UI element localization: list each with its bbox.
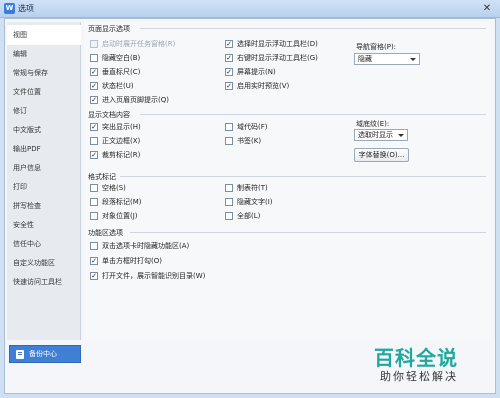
option-label: 段落标记(M): [102, 198, 142, 206]
checkbox[interactable]: [225, 212, 233, 220]
section-ribbon-title: 功能区选项: [88, 229, 123, 237]
checkbox-checked[interactable]: ✓: [225, 40, 233, 48]
checkbox[interactable]: [90, 242, 98, 250]
checkbox-checked[interactable]: ✓: [90, 151, 98, 159]
backup-icon: [16, 350, 24, 359]
checkbox-checked[interactable]: ✓: [90, 272, 98, 280]
watermark-title: 百科全说: [374, 346, 458, 370]
option-label: 右键时显示浮动工具栏(G): [237, 54, 318, 62]
option-label: 启用实时预览(V): [237, 82, 290, 90]
sidebar-item-spell-check[interactable]: 拼写检查: [7, 196, 81, 216]
option-label: 屏幕提示(N): [237, 68, 276, 76]
sidebar-item-print[interactable]: 打印: [7, 177, 81, 197]
section-page-display-title: 页面显示选项: [88, 25, 130, 33]
checkbox-checked[interactable]: ✓: [225, 82, 233, 90]
checkbox[interactable]: [90, 137, 98, 145]
option-label: 单击方框时打勾(O): [102, 257, 162, 265]
section-divider: [140, 28, 486, 29]
option-label: 空格(S): [102, 184, 126, 192]
app-icon: W: [4, 3, 15, 14]
field-shading-select[interactable]: 选取时显示: [354, 129, 408, 141]
sidebar-item-custom-ribbon[interactable]: 自定义功能区: [7, 253, 81, 273]
field-shading-value: 选取时显示: [358, 131, 393, 139]
checkbox[interactable]: [225, 198, 233, 206]
option-label: 书签(K): [237, 137, 262, 145]
option-label: 对象位置(J): [102, 212, 138, 220]
nav-pane-select[interactable]: 隐藏: [354, 53, 420, 65]
option-label: 制表符(T): [237, 184, 268, 192]
sidebar-item-view[interactable]: 视图: [7, 25, 81, 45]
option-label: 全部(L): [237, 212, 261, 220]
backup-center-button[interactable]: 备份中心: [9, 345, 81, 363]
section-divider: [140, 114, 486, 115]
sidebar-item-chinese-layout[interactable]: 中文版式: [7, 120, 81, 140]
checkbox[interactable]: [225, 123, 233, 131]
checkbox-checked[interactable]: ✓: [90, 68, 98, 76]
field-shading-label: 域底纹(E):: [356, 120, 390, 128]
title-bar: W 选项 ✕: [0, 0, 500, 18]
option-label: 隐藏文字(I): [237, 198, 273, 206]
checkbox-checked[interactable]: ✓: [225, 68, 233, 76]
nav-pane-value: 隐藏: [358, 55, 372, 63]
option-label: 选择时显示浮动工具栏(D): [237, 40, 318, 48]
options-content: 页面显示选项 启动时展开任务窗格(R) 隐藏空白(B) ✓ 垂直标尺(C) ✓ …: [84, 22, 490, 340]
checkbox[interactable]: [90, 184, 98, 192]
checkbox[interactable]: [90, 212, 98, 220]
checkbox-checked[interactable]: ✓: [90, 96, 98, 104]
sidebar-item-file-location[interactable]: 文件位置: [7, 82, 81, 102]
option-label: 双击选项卡时隐藏功能区(A): [102, 242, 190, 250]
watermark: 百科全说 助你轻松解决: [366, 342, 496, 390]
option-label: 进入页眉页脚提示(Q): [102, 96, 169, 104]
section-format-marks-title: 格式标记: [88, 173, 116, 181]
option-label: 打开文件，展示智能识别目录(W): [102, 272, 206, 280]
option-label: 隐藏空白(B): [102, 54, 141, 62]
checkbox[interactable]: [90, 40, 98, 48]
section-divider: [120, 176, 486, 177]
option-label: 裁剪标记(R): [102, 151, 141, 159]
checkbox[interactable]: [225, 184, 233, 192]
backup-center-label: 备份中心: [29, 350, 57, 358]
chevron-down-icon: [398, 134, 404, 137]
sidebar-item-revision[interactable]: 修订: [7, 101, 81, 121]
sidebar-item-trust-center[interactable]: 信任中心: [7, 234, 81, 254]
checkbox-checked[interactable]: ✓: [90, 123, 98, 131]
checkbox[interactable]: [90, 54, 98, 62]
close-icon[interactable]: ✕: [480, 2, 494, 15]
font-substitution-button[interactable]: 字体替换(O)...: [354, 148, 409, 162]
sidebar-item-general-save[interactable]: 常规与保存: [7, 63, 81, 83]
sidebar-item-edit[interactable]: 编辑: [7, 44, 81, 64]
option-label: 垂直标尺(C): [102, 68, 141, 76]
option-label: 状态栏(U): [102, 82, 134, 90]
section-divider: [130, 232, 486, 233]
window-title: 选项: [18, 4, 34, 13]
option-label: 域代码(F): [237, 123, 268, 131]
checkbox[interactable]: [90, 198, 98, 206]
watermark-subtitle: 助你轻松解决: [380, 370, 458, 383]
option-label: 正文边框(X): [102, 137, 141, 145]
sidebar-item-output-pdf[interactable]: 输出PDF: [7, 139, 81, 159]
sidebar-item-security[interactable]: 安全性: [7, 215, 81, 235]
chevron-down-icon: [410, 58, 416, 61]
options-sidebar: 视图 编辑 常规与保存 文件位置 修订 中文版式 输出PDF 用户信息 打印 拼…: [7, 22, 81, 340]
checkbox-checked[interactable]: ✓: [90, 82, 98, 90]
section-doc-content-title: 显示文档内容: [88, 111, 130, 119]
nav-pane-label: 导航窗格(P):: [356, 43, 397, 51]
sidebar-item-quick-access[interactable]: 快速访问工具栏: [7, 272, 81, 292]
checkbox[interactable]: [225, 137, 233, 145]
option-label: 启动时展开任务窗格(R): [102, 40, 176, 48]
checkbox-checked[interactable]: ✓: [90, 257, 98, 265]
option-label: 突出显示(H): [102, 123, 141, 131]
sidebar-item-user-info[interactable]: 用户信息: [7, 158, 81, 178]
checkbox-checked[interactable]: ✓: [225, 54, 233, 62]
